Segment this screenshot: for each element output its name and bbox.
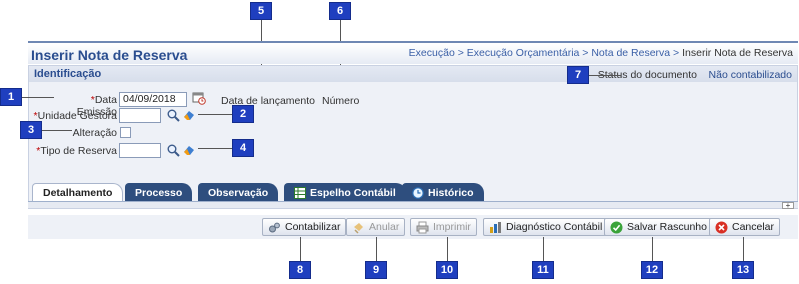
printer-icon [416, 221, 429, 234]
callout-marker-7: 7 [567, 66, 589, 84]
action-toolbar: Contabilizar Anular Imprimir Diagnóstico… [28, 215, 798, 239]
callout-marker-3: 3 [20, 121, 42, 139]
callout-marker-9: 9 [365, 261, 387, 279]
alteracao-label: Alteração [72, 127, 117, 139]
salvar-label: Salvar Rascunho [627, 221, 707, 233]
callout-line-11 [543, 237, 544, 261]
callout-marker-2: 2 [232, 105, 254, 123]
callout-marker-6: 6 [329, 2, 351, 20]
tab-processo[interactable]: Processo [125, 183, 193, 202]
callout-marker-11: 11 [532, 261, 554, 279]
check-icon [610, 221, 623, 234]
status-value: Não contabilizado [708, 69, 792, 81]
search-icon[interactable] [166, 108, 180, 122]
alteracao-checkbox[interactable] [120, 127, 131, 138]
tab-observacao[interactable]: Observação [198, 183, 279, 202]
breadcrumb-current: Inserir Nota de Reserva [682, 47, 793, 59]
tab-espelho-contabil-label: Espelho Contábil [310, 186, 396, 199]
unidade-gestora-field[interactable] [119, 108, 161, 123]
search-icon[interactable] [166, 143, 180, 157]
diagnostico-label: Diagnóstico Contábil [506, 221, 603, 233]
cancel-icon [715, 221, 728, 234]
diagnostico-contabil-button[interactable]: Diagnóstico Contábil [483, 218, 609, 236]
tipo-reserva-field[interactable] [119, 143, 161, 158]
ledger-icon [294, 186, 306, 199]
callout-marker-4: 4 [232, 139, 254, 157]
callout-line-13 [743, 237, 744, 261]
callout-line-10 [447, 237, 448, 261]
callout-marker-13: 13 [732, 261, 754, 279]
callout-line-8 [300, 237, 301, 261]
callout-marker-8: 8 [289, 261, 311, 279]
breadcrumb-path[interactable]: Execução > Execução Orçamentária > Nota … [409, 47, 682, 59]
diagnostic-icon [489, 221, 502, 234]
tab-detalhamento[interactable]: Detalhamento [32, 183, 124, 202]
tipo-reserva-label-text: Tipo de Reserva [40, 145, 117, 157]
callout-line-3 [42, 130, 72, 131]
breadcrumb: Execução > Execução Orçamentária > Nota … [409, 47, 793, 59]
identificacao-header: Identificação Status do documento Não co… [29, 66, 797, 82]
eraser-icon[interactable] [182, 108, 196, 122]
callout-line-9 [376, 237, 377, 261]
anular-button[interactable]: Anular [346, 218, 406, 236]
callout-line-7 [589, 75, 621, 76]
unidade-gestora-label-text: Unidade Gestora [37, 110, 117, 122]
callout-line-12 [652, 237, 653, 261]
contabilizar-button[interactable]: Contabilizar [262, 218, 347, 236]
unidade-gestora-label: *Unidade Gestora [29, 110, 117, 122]
page-title: Inserir Nota de Reserva [31, 47, 188, 63]
numero-label: Número [322, 95, 360, 107]
data-emissao-field[interactable]: 04/09/2018 [119, 92, 187, 107]
expand-button[interactable]: + [782, 202, 794, 210]
imprimir-button[interactable]: Imprimir [410, 218, 477, 236]
callout-marker-5: 5 [250, 2, 272, 20]
contabilizar-label: Contabilizar [285, 221, 341, 233]
identificacao-title: Identificação [34, 68, 102, 80]
tab-processo-label: Processo [135, 186, 183, 199]
gears-icon [268, 221, 281, 234]
history-icon [412, 186, 424, 199]
tab-historico-label: Histórico [428, 186, 474, 199]
callout-line-2 [198, 114, 232, 115]
nota-de-reserva-page: Inserir Nota de Reserva Execução > Execu… [28, 41, 798, 256]
tab-historico[interactable]: Histórico [402, 183, 484, 202]
eraser-icon[interactable] [182, 143, 196, 157]
imprimir-label: Imprimir [433, 221, 471, 233]
callout-marker-10: 10 [436, 261, 458, 279]
cancelar-button[interactable]: Cancelar [709, 218, 781, 236]
tipo-reserva-label: *Tipo de Reserva [29, 145, 117, 157]
callout-line-4 [198, 148, 232, 149]
calendar-icon[interactable] [192, 91, 206, 105]
tab-content-strip: + [28, 201, 798, 210]
undo-icon [352, 221, 365, 234]
callout-marker-1: 1 [0, 88, 22, 106]
callout-marker-12: 12 [641, 261, 663, 279]
tab-espelho-contabil[interactable]: Espelho Contábil [284, 183, 406, 202]
cancelar-label: Cancelar [732, 221, 775, 233]
tab-detalhamento-label: Detalhamento [43, 187, 113, 199]
page-header: Inserir Nota de Reserva Execução > Execu… [28, 41, 798, 64]
tab-observacao-label: Observação [208, 186, 269, 199]
callout-line-1 [22, 97, 54, 98]
salvar-rascunho-button[interactable]: Salvar Rascunho [604, 218, 713, 236]
anular-label: Anular [369, 221, 400, 233]
